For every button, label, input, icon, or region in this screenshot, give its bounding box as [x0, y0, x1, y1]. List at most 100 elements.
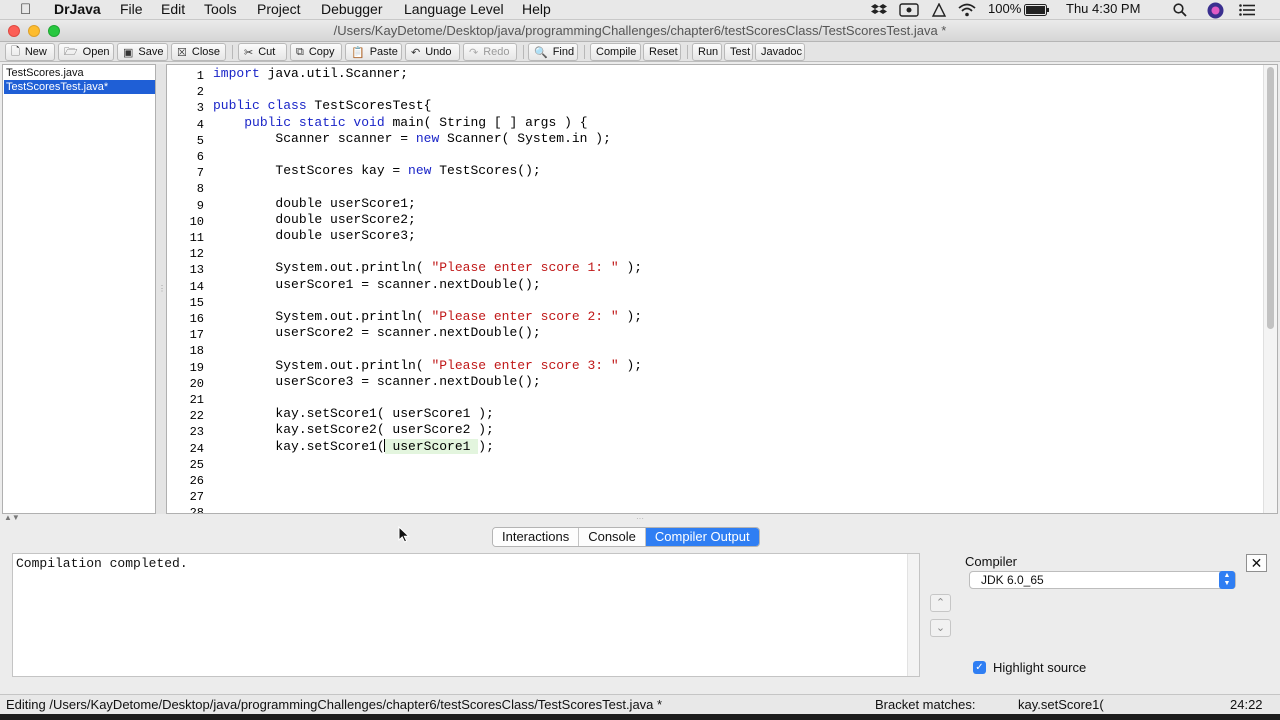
line-number: 27: [189, 490, 204, 505]
compile-button[interactable]: Compile: [590, 43, 641, 61]
javadoc-button[interactable]: Javadoc: [755, 43, 805, 61]
menu-tools[interactable]: Tools: [204, 1, 237, 17]
undo-button[interactable]: ↶ Undo: [405, 43, 460, 61]
notification-center-icon[interactable]: [1239, 4, 1255, 16]
line-number: 28: [189, 506, 204, 514]
line-number-gutter: 1 2 3 4 5 6 7 8 9 10 11 12 13 14 15 16 17 18 19 20 21 22 23 24 2…: [167, 65, 209, 513]
line-number: 4: [196, 117, 204, 132]
new-file-icon: 🗋: [11, 45, 20, 58]
cut-button[interactable]: ✂ Cut: [238, 43, 287, 61]
menu-debugger[interactable]: Debugger: [321, 1, 383, 17]
dock-edge: [0, 714, 1280, 720]
copy-icon: ⧉: [296, 45, 304, 58]
line-number: 26: [189, 474, 204, 488]
spotlight-search-icon[interactable]: [1173, 3, 1187, 17]
horizontal-splitter[interactable]: ▲▼ ···: [0, 513, 1280, 524]
battery-percent: 100%: [988, 1, 1022, 16]
line-number: 19: [189, 360, 204, 375]
bracket-match-highlight: userScore1: [384, 438, 479, 454]
splitter-arrows-icon[interactable]: ▲▼: [4, 513, 20, 522]
line-number: 14: [189, 279, 204, 294]
code-line: userScore2 = scanner.nextDouble();: [213, 325, 541, 341]
app-menu[interactable]: DrJava: [54, 1, 101, 17]
menu-help[interactable]: Help: [522, 1, 551, 17]
compiler-panel: Compiler JDK 6.0_65 ▲ ▼ ✕ ⌃ ⌄ ✓ Highlight…: [922, 553, 1278, 677]
code-line: userScore3 = scanner.nextDouble();: [213, 373, 541, 389]
battery-status-icon[interactable]: [931, 3, 947, 17]
tab-interactions[interactable]: Interactions: [493, 528, 580, 546]
file-item-testscores[interactable]: TestScores.java: [4, 66, 155, 80]
copy-button[interactable]: ⧉ Copy: [290, 43, 342, 61]
tab-console[interactable]: Console: [579, 528, 646, 546]
highlight-source-checkbox[interactable]: ✓: [973, 661, 986, 674]
redo-button[interactable]: ↷ Redo: [463, 43, 517, 61]
code-line: double userScore3;: [213, 228, 416, 243]
find-button[interactable]: 🔍 Find: [528, 43, 578, 61]
wifi-icon[interactable]: [957, 2, 977, 18]
code-line: import java.util.Scanner;: [213, 66, 409, 81]
compiler-output-pane[interactable]: Compilation completed.: [12, 553, 920, 677]
toolbar-divider: [584, 45, 585, 59]
output-scrollbar[interactable]: [907, 554, 919, 676]
undo-icon: ↶: [411, 46, 421, 59]
line-number: 25: [189, 457, 204, 472]
paste-button[interactable]: 📋 Paste: [345, 43, 402, 61]
bottom-tab-bar: Interactions Console Compiler Output: [492, 527, 760, 547]
run-button[interactable]: Run: [692, 43, 722, 61]
save-button[interactable]: ▣ Save: [117, 43, 168, 61]
dropbox-icon[interactable]: [871, 3, 888, 17]
compiler-select[interactable]: JDK 6.0_65 ▲ ▼: [969, 571, 1236, 589]
menu-file[interactable]: File: [120, 1, 143, 17]
editor-scrollbar-thumb[interactable]: [1267, 67, 1274, 329]
highlight-source-label[interactable]: Highlight source: [993, 660, 1086, 675]
clock[interactable]: Thu 4:30 PM: [1066, 1, 1140, 16]
line-number: 16: [189, 312, 204, 326]
previous-error-button[interactable]: ⌃: [930, 594, 951, 612]
screen:  DrJava File Edit Tools Project Debugge…: [0, 0, 1280, 720]
vertical-splitter[interactable]: ⋮: [156, 64, 166, 514]
open-files-list: TestScores.java TestScoresTest.java*: [2, 64, 156, 514]
chevron-down-icon: ⌄: [935, 622, 946, 634]
line-number: 21: [189, 393, 204, 407]
output-text: Compilation completed.: [16, 556, 188, 571]
code-line: kay.setScore2( userScore2 );: [213, 422, 494, 438]
screen-mirror-icon[interactable]: [899, 3, 919, 17]
redo-icon: ↷: [469, 46, 479, 59]
reset-button[interactable]: Reset: [643, 43, 681, 61]
siri-icon[interactable]: [1207, 2, 1224, 19]
toolbar-divider: [232, 45, 233, 59]
close-pane-button[interactable]: ✕: [1246, 554, 1267, 572]
menu-project[interactable]: Project: [257, 1, 301, 17]
open-button[interactable]: 🗁 Open: [58, 43, 114, 61]
close-button[interactable]: ☒ Close: [171, 43, 226, 61]
status-bar: Editing /Users/KayDetome/Desktop/java/pr…: [0, 694, 1280, 714]
line-number: 18: [189, 344, 204, 359]
menu-edit[interactable]: Edit: [161, 1, 185, 17]
close-icon: ✕: [1250, 555, 1263, 571]
menu-bar:  DrJava File Edit Tools Project Debugge…: [0, 0, 1280, 20]
mouse-cursor-icon: [398, 526, 410, 543]
file-item-testscorestest[interactable]: TestScoresTest.java*: [4, 80, 155, 94]
line-number: 6: [196, 150, 204, 164]
code-line: System.out.println( "Please enter score …: [213, 309, 643, 324]
code-line: System.out.println( "Please enter score …: [213, 357, 643, 373]
code-line: userScore1 = scanner.nextDouble();: [213, 276, 541, 292]
line-number: 22: [189, 409, 204, 424]
toolbar-divider: [523, 45, 524, 59]
editor-scrollbar[interactable]: [1263, 65, 1277, 513]
line-number: 5: [196, 133, 204, 148]
battery-icon[interactable]: [1024, 4, 1050, 16]
new-button[interactable]: 🗋 New: [5, 43, 55, 61]
close-file-icon: ☒: [177, 46, 187, 59]
code-line: Scanner scanner = new Scanner( System.in…: [213, 130, 611, 146]
menu-language-level[interactable]: Language Level: [404, 1, 504, 17]
line-number: 9: [196, 198, 204, 213]
tab-compiler-output[interactable]: Compiler Output: [645, 528, 759, 546]
test-button[interactable]: Test: [724, 43, 753, 61]
splitter-grip-icon: ···: [636, 514, 644, 523]
apple-icon[interactable]: : [20, 1, 31, 18]
code-editor[interactable]: 1 2 3 4 5 6 7 8 9 10 11 12 13 14 15 16 17 18 19 20 21 22 23 24 2…: [166, 64, 1278, 514]
select-stepper-icon[interactable]: ▲ ▼: [1219, 571, 1235, 589]
next-error-button[interactable]: ⌄: [930, 619, 951, 637]
status-cursor-position: 24:22: [1230, 697, 1263, 712]
